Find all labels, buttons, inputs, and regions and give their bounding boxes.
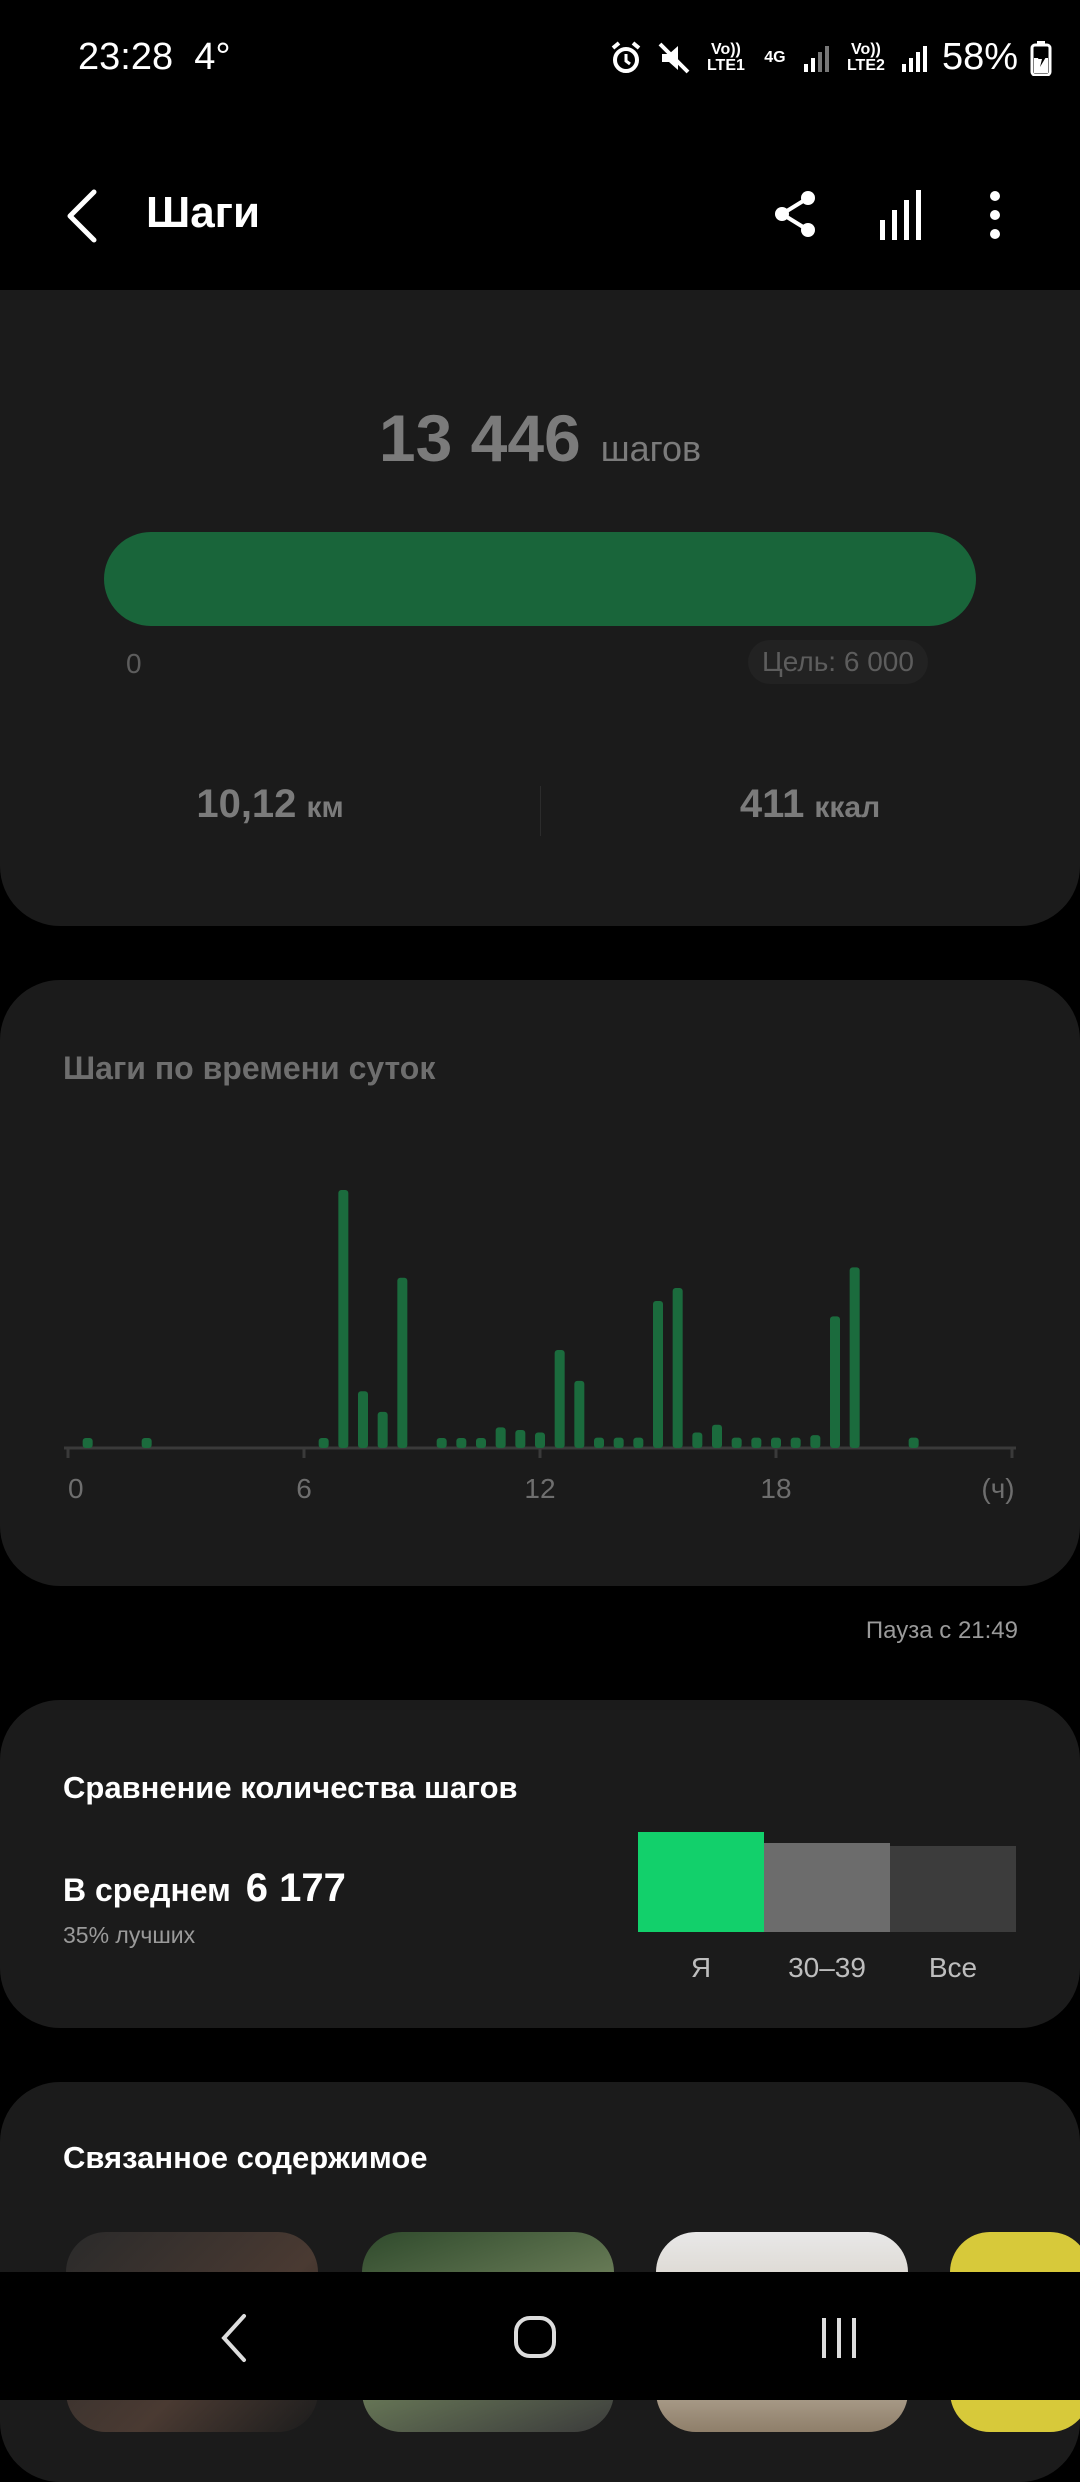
chart-bar (495, 1427, 506, 1448)
chart-bar (397, 1277, 408, 1448)
chart-bar (613, 1437, 624, 1448)
chart-bar (731, 1437, 742, 1448)
battery-icon (1030, 40, 1052, 76)
comparison-bar-label: Я (690, 1952, 712, 1983)
chart-bar (771, 1437, 781, 1448)
distance-unit: км (306, 791, 344, 824)
better-than-text: 35% лучших (63, 1922, 196, 1948)
temperature: 4° (194, 36, 231, 78)
battery-percent: 58% (941, 36, 1018, 78)
comparison-bar-label: Все (928, 1952, 978, 1983)
chart-bar (82, 1438, 93, 1448)
average-value: 6 177 (245, 1866, 346, 1910)
chart-bar (535, 1432, 545, 1448)
chart-bar (810, 1435, 821, 1448)
chart-bar (751, 1437, 762, 1448)
comparison-title: Сравнение количества шагов (63, 1770, 518, 1805)
chart-bar (672, 1288, 683, 1448)
chart-bar (849, 1267, 860, 1448)
average-label: В среднем (63, 1872, 231, 1908)
progress-zero-label: 0 (126, 648, 142, 679)
related-content-title: Связанное содержимое (63, 2140, 428, 2175)
chart-bar (633, 1437, 644, 1448)
chart-tick-label: 6 (296, 1473, 312, 1504)
goal-badge: Цель: 6 000 (748, 640, 928, 684)
chart-bar (476, 1438, 486, 1448)
chart-tick-label: 12 (524, 1473, 555, 1504)
chart-tick-label: (ч) (981, 1473, 1014, 1504)
hourly-chart-title: Шаги по времени суток (63, 1050, 436, 1086)
status-icons: Vo)) LTE1 4G Vo)) LTE2 58% (608, 36, 1052, 79)
nav-recents-icon[interactable] (816, 2314, 864, 2364)
chart-bar (574, 1380, 585, 1448)
distance-stat: 10,12 км (0, 782, 540, 827)
steps-value: 13 446 (378, 401, 581, 475)
average-steps: В среднем 6 177 (63, 1866, 346, 1911)
distance-value: 10,12 (196, 782, 297, 826)
chart-bar (653, 1300, 663, 1448)
comparison-bar-label: 30–39 (788, 1952, 866, 1983)
chart-bar (594, 1437, 604, 1448)
nav-back-icon[interactable] (214, 2312, 254, 2364)
steps-unit: шагов (600, 428, 702, 469)
more-options-icon[interactable] (980, 188, 1010, 242)
comparison-bar (890, 1846, 1016, 1932)
pause-text: Пауза с 21:49 (865, 1617, 1018, 1644)
chart-bar (377, 1411, 388, 1448)
share-icon[interactable] (770, 188, 820, 240)
page-title: Шаги (146, 188, 261, 237)
calories-unit: ккал (814, 791, 881, 824)
status-bar: 23:28 4° Vo)) LTE1 4G Vo)) LTE2 58% (0, 0, 1080, 120)
chart-bar (830, 1316, 840, 1448)
clock: 23:28 (78, 36, 174, 78)
steps-count: 13 446 шагов (0, 400, 1080, 476)
chart-bar (456, 1438, 467, 1448)
steps-progress-bar (104, 532, 976, 626)
nav-home-icon[interactable] (512, 2312, 560, 2364)
signal-icon-2 (901, 45, 927, 72)
chart-bar (358, 1391, 368, 1448)
chart-bar (712, 1424, 722, 1448)
hourly-steps-chart: 0 6 12 18 (ч) (64, 1190, 1016, 1504)
chart-bar (515, 1429, 526, 1448)
chart-tick-label: 0 (68, 1473, 84, 1504)
chart-tick-label: 18 (760, 1473, 791, 1504)
alarm-icon (611, 40, 641, 73)
chart-icon[interactable] (876, 188, 926, 242)
sim2-label: Vo)) LTE2 (846, 40, 885, 74)
status-time: 23:28 4° (78, 36, 231, 79)
chart-bar (692, 1432, 703, 1448)
network-label: 4G (764, 48, 786, 66)
mute-icon (658, 42, 690, 73)
chart-bar (790, 1437, 801, 1448)
sim1-label: Vo)) LTE1 (706, 40, 745, 74)
chart-bar (554, 1349, 565, 1448)
chart-bar (141, 1438, 152, 1448)
chart-bar (908, 1437, 919, 1448)
chart-bar (338, 1190, 349, 1448)
chart-bar (436, 1438, 447, 1448)
signal-icon-1 (803, 45, 829, 72)
comparison-bar (764, 1843, 890, 1932)
calories-stat: 411 ккал (540, 782, 1080, 827)
back-arrow-icon[interactable] (62, 186, 102, 246)
calories-value: 411 (739, 782, 805, 826)
comparison-bar (638, 1832, 764, 1932)
chart-bar (318, 1438, 329, 1448)
